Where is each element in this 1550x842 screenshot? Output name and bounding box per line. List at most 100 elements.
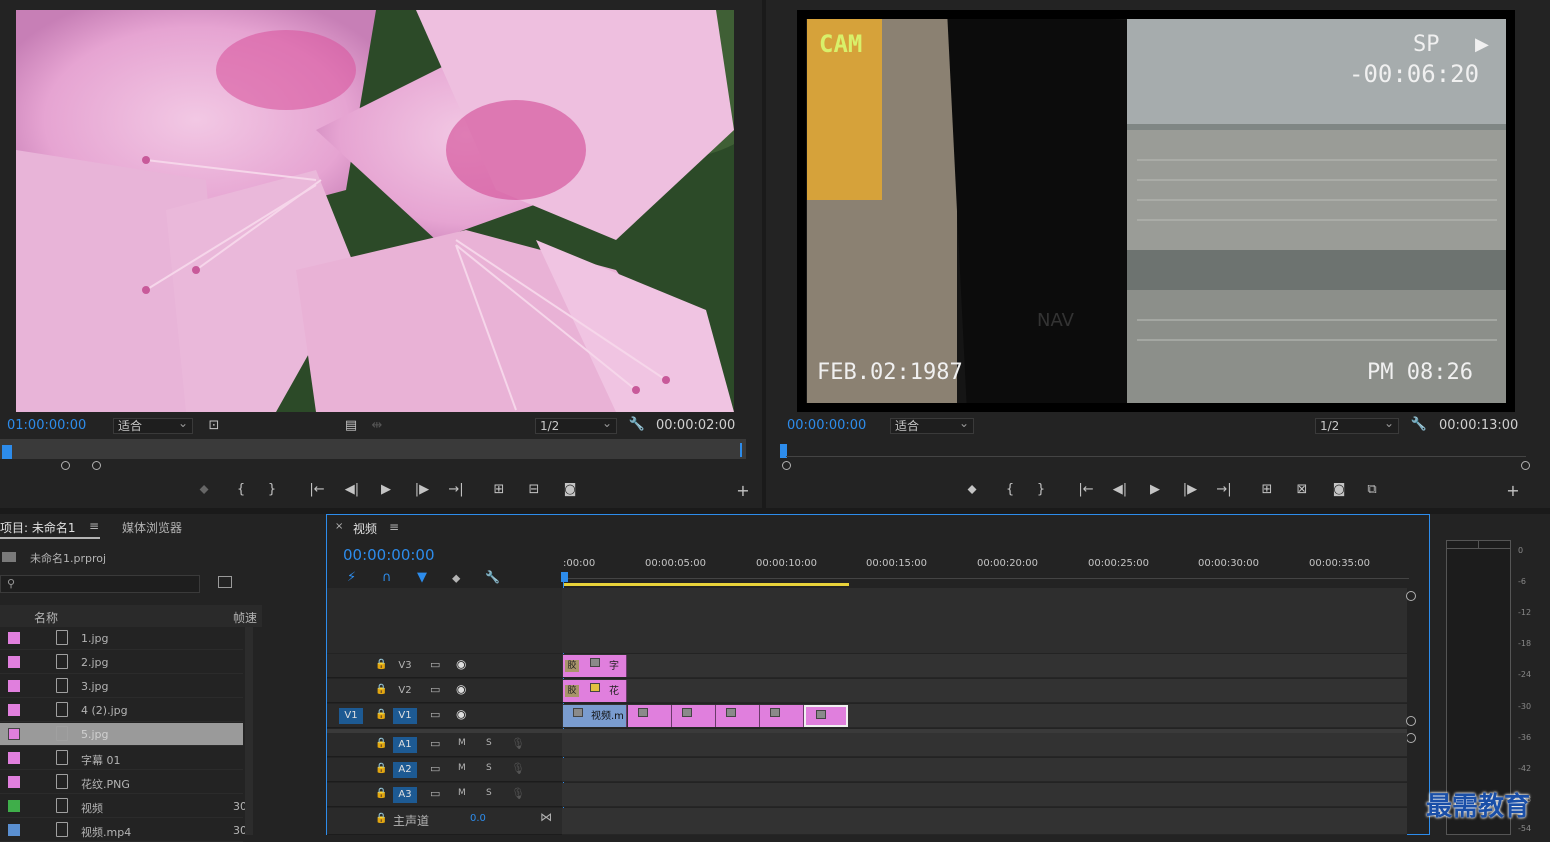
settings-icon[interactable]: ⊡ — [205, 419, 223, 433]
solo-button[interactable]: S — [486, 788, 492, 798]
track-header-master[interactable]: 🔒 主声道 0.0 ⋈ — [327, 808, 562, 835]
source-resolution-dropdown[interactable]: 1/2 — [535, 416, 617, 434]
label-color-swatch[interactable] — [8, 728, 20, 740]
label-color-swatch[interactable] — [8, 704, 20, 716]
program-fit-dropdown[interactable]: 适合 — [890, 416, 974, 434]
lane-a2[interactable] — [562, 758, 1407, 782]
sync-lock-icon[interactable]: ▭ — [430, 737, 440, 750]
source-scrubber[interactable] — [0, 439, 746, 459]
lock-icon[interactable]: 🔒 — [375, 788, 387, 800]
label-color-swatch[interactable] — [8, 776, 20, 788]
clip-v1-image-1[interactable] — [628, 705, 672, 727]
timeline-tab[interactable]: 视频 — [353, 520, 377, 537]
label-color-swatch[interactable] — [8, 632, 20, 644]
add-marker-icon[interactable]: ▼ — [417, 570, 427, 585]
label-color-swatch[interactable] — [8, 656, 20, 668]
wrench-icon[interactable]: 🔧 — [1410, 418, 1428, 432]
extract-icon[interactable]: ⊠ — [1293, 483, 1311, 497]
lane-a1[interactable] — [562, 733, 1407, 757]
source-fit-dropdown[interactable]: 适合 — [113, 416, 193, 434]
solo-button[interactable]: S — [486, 738, 492, 748]
wrench-icon[interactable]: 🔧 — [628, 418, 646, 432]
project-item[interactable]: 视频.mp4 30 — [0, 819, 247, 842]
clip-v2-pattern[interactable]: 胶 花 — [563, 680, 627, 702]
lane-a3[interactable] — [562, 783, 1407, 807]
add-button-icon[interactable]: + — [1504, 483, 1522, 499]
timeline-menu-icon[interactable]: ≡ — [389, 520, 399, 534]
program-resolution-dropdown[interactable]: 1/2 — [1315, 416, 1399, 434]
lock-icon[interactable]: 🔒 — [375, 738, 387, 750]
mute-button[interactable]: M — [458, 763, 466, 773]
linked-selection-icon[interactable]: ∩ — [382, 570, 392, 585]
in-handle[interactable] — [782, 461, 791, 470]
tab-menu-icon[interactable]: ≡ — [89, 519, 99, 533]
insert-icon[interactable]: ⊞ — [490, 483, 508, 497]
lane-v2[interactable] — [562, 679, 1407, 703]
lock-icon[interactable]: 🔒 — [375, 709, 387, 721]
out-handle[interactable] — [92, 461, 101, 470]
track-header-a3[interactable]: 🔒 A3 ▭ M S 🎙 — [327, 783, 562, 807]
source-timecode[interactable]: 01:00:00:00 — [7, 418, 86, 434]
track-header-v1[interactable]: V1 🔒 V1 ▭ ◉ — [327, 704, 562, 728]
go-to-out-icon[interactable]: →| — [447, 483, 465, 497]
play-icon[interactable]: ▶ — [1146, 483, 1164, 497]
out-handle[interactable] — [1521, 461, 1530, 470]
col-rate[interactable]: 帧速 — [233, 609, 257, 626]
eye-icon[interactable]: ◉ — [456, 707, 466, 721]
track-header-v2[interactable]: 🔒 V2 ▭ ◉ — [327, 679, 562, 703]
go-to-in-icon[interactable]: |← — [308, 483, 326, 497]
camera-icon[interactable]: ◙ — [1330, 483, 1348, 497]
lock-icon[interactable]: 🔒 — [375, 684, 387, 696]
lock-icon[interactable]: 🔒 — [375, 763, 387, 775]
lift-icon[interactable]: ⊞ — [1258, 483, 1276, 497]
lane-master[interactable] — [562, 808, 1407, 835]
export-frame-icon[interactable]: ▤ — [342, 419, 360, 433]
go-to-in-icon[interactable]: |← — [1077, 483, 1095, 497]
label-color-swatch[interactable] — [8, 824, 20, 836]
timeline-timecode[interactable]: 00:00:00:00 — [343, 546, 435, 564]
eye-icon[interactable]: ◉ — [456, 682, 466, 696]
marker-icon[interactable]: ⬥ — [452, 571, 460, 586]
track-header-v3[interactable]: 🔒 V3 ▭ ◉ — [327, 654, 562, 678]
project-item[interactable]: 2.jpg — [0, 651, 243, 674]
track-name-v2[interactable]: V2 — [393, 683, 417, 699]
clip-v1-image-2[interactable] — [672, 705, 716, 727]
camera-icon[interactable]: ◙ — [561, 483, 579, 497]
lock-icon[interactable]: 🔒 — [375, 659, 387, 671]
master-volume[interactable]: 0.0 — [470, 813, 486, 824]
label-color-swatch[interactable] — [8, 680, 20, 692]
project-item[interactable]: 3.jpg — [0, 675, 243, 698]
film-icon[interactable]: ▭ — [430, 708, 440, 721]
play-icon[interactable]: ▶ — [377, 483, 395, 497]
vscroll-handle-top[interactable] — [1406, 591, 1416, 601]
work-area-bar[interactable] — [563, 583, 849, 586]
search-input[interactable]: ⚲ — [0, 575, 200, 593]
track-name-v1[interactable]: V1 — [393, 708, 417, 724]
mic-icon[interactable]: 🎙 — [511, 787, 525, 800]
step-back-icon[interactable]: ◀| — [343, 483, 361, 497]
track-header-a1[interactable]: 🔒 A1 ▭ M S 🎙 — [327, 733, 562, 757]
snap-icon[interactable]: ⚡ — [347, 570, 356, 585]
project-scrollbar[interactable] — [245, 627, 253, 835]
solo-button[interactable]: S — [486, 763, 492, 773]
vscroll-handle-mid[interactable] — [1406, 716, 1416, 726]
step-forward-icon[interactable]: |▶ — [413, 483, 431, 497]
mute-button[interactable]: M — [458, 738, 466, 748]
step-back-icon[interactable]: ◀| — [1111, 483, 1129, 497]
vscroll-handle-audio[interactable] — [1406, 733, 1416, 743]
playhead[interactable] — [2, 445, 12, 459]
project-item[interactable]: 5.jpg — [0, 723, 243, 746]
label-color-swatch[interactable] — [8, 752, 20, 764]
sync-lock-icon[interactable]: ▭ — [430, 787, 440, 800]
clip-v1-image-5[interactable] — [804, 705, 848, 727]
label-color-swatch[interactable] — [8, 800, 20, 812]
new-bin-icon[interactable] — [218, 576, 232, 588]
track-header-a2[interactable]: 🔒 A2 ▭ M S 🎙 — [327, 758, 562, 782]
in-handle[interactable] — [61, 461, 70, 470]
step-forward-icon[interactable]: |▶ — [1181, 483, 1199, 497]
tab-project[interactable]: 项目: 未命名1 — [0, 519, 76, 536]
film-icon[interactable]: ▭ — [430, 658, 440, 671]
track-name-a1[interactable]: A1 — [393, 737, 417, 753]
col-name[interactable]: 名称 — [34, 609, 58, 626]
overwrite-icon[interactable]: ⊟ — [525, 483, 543, 497]
